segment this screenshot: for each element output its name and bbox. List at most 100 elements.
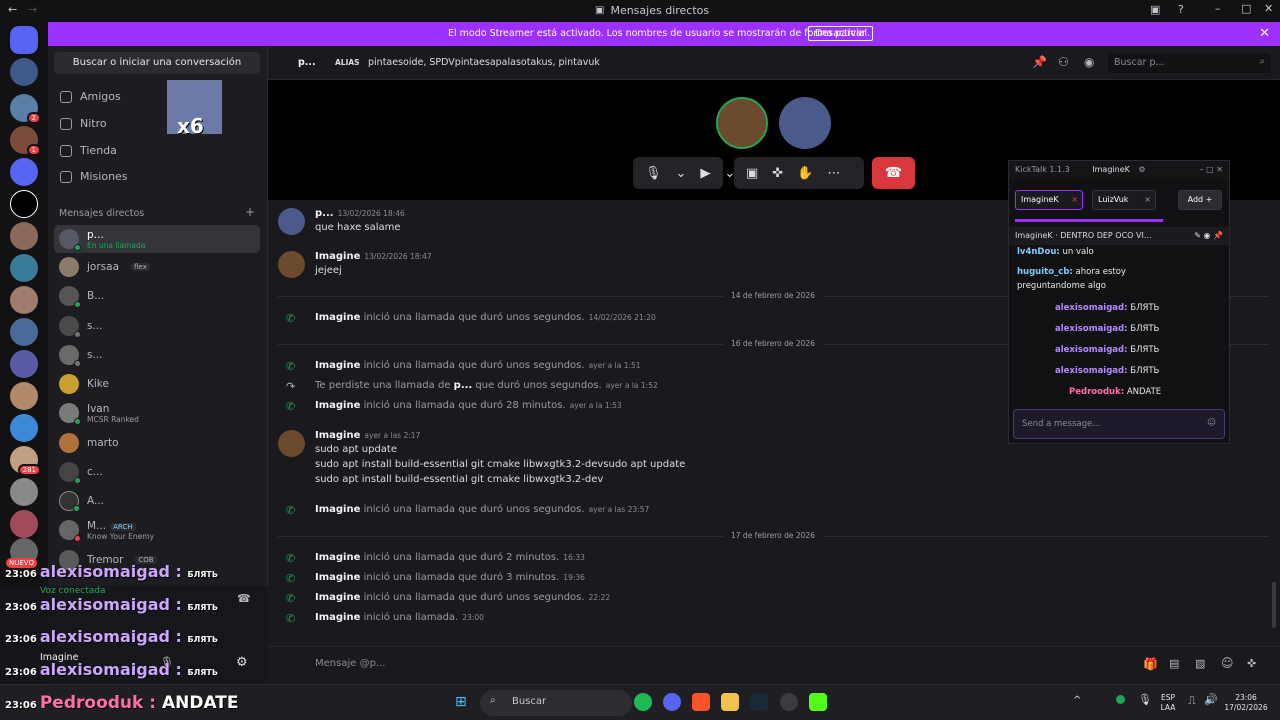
windows-start-icon[interactable]: ⊞ <box>455 694 467 710</box>
message-input[interactable]: Mensaje @p... <box>315 658 385 669</box>
pin-icon[interactable]: 📌 <box>1032 55 1047 69</box>
call-event: Imagine inició una llamada que duró unos… <box>315 592 611 603</box>
server-icon[interactable] <box>10 58 38 86</box>
call-event: Imagine inició una llamada que duró unos… <box>315 312 656 323</box>
window-controls[interactable]: – □ ✕ <box>1200 165 1223 174</box>
pin-icon[interactable]: ✎ ◉ 📌 <box>1194 231 1223 240</box>
server-icon[interactable]: 2 <box>10 94 41 124</box>
steam-icon[interactable] <box>750 693 768 711</box>
search-conversation-button[interactable]: Buscar o iniciar una conversación <box>54 52 260 74</box>
inbox-icon[interactable]: ▣ <box>1150 3 1160 16</box>
nav-shop[interactable]: Tienda <box>60 144 117 157</box>
more-icon[interactable]: ⋯ <box>827 166 840 181</box>
kicktalk-tab[interactable]: ImagineK × <box>1015 190 1083 210</box>
server-icon[interactable] <box>10 254 38 282</box>
call-avatar[interactable] <box>779 97 831 149</box>
maximize-icon[interactable]: □ <box>1241 2 1251 15</box>
scrollbar[interactable] <box>1272 582 1276 628</box>
dm-item[interactable]: s... <box>54 341 260 369</box>
dm-item[interactable]: s... <box>54 312 260 340</box>
kicktalk-message-input[interactable]: Send a message... ☺ <box>1013 409 1225 439</box>
avatar <box>278 251 305 278</box>
gift-icon[interactable]: 🎁 <box>1143 657 1158 671</box>
server-icon[interactable] <box>10 510 38 538</box>
gif-icon[interactable]: ▤ <box>1169 657 1179 670</box>
add-friend-icon[interactable]: ⚇ <box>1058 55 1069 69</box>
deactivate-button[interactable]: Desactivar <box>808 26 873 41</box>
server-icon[interactable] <box>10 222 38 250</box>
screen-share-icon[interactable]: ▣ <box>746 166 758 181</box>
message: Imagine ayer a las 2:17 <box>315 430 421 441</box>
profile-icon[interactable]: ◉ <box>1084 55 1094 69</box>
server-icon[interactable] <box>10 350 38 378</box>
minimize-icon[interactable]: – <box>1215 2 1221 15</box>
taskbar-search[interactable]: ⌕ Buscar <box>480 690 632 716</box>
clock[interactable]: 23:06 17/02/2026 <box>1220 693 1272 713</box>
dm-item[interactable]: p... En una llamada <box>54 225 260 253</box>
call-avatar[interactable] <box>716 97 768 149</box>
server-icon[interactable] <box>10 382 38 410</box>
settings-gear-icon[interactable]: ⚙ <box>236 655 248 670</box>
server-icon[interactable]: 281 <box>10 446 41 476</box>
spotify-icon[interactable] <box>634 693 652 711</box>
hangup-button[interactable]: ☎ <box>872 157 915 189</box>
mic-control[interactable]: 🎙 ⌄ ▶ ⌄ <box>633 157 735 189</box>
dm-item[interactable]: Kike <box>54 370 260 398</box>
tray-chevron-icon[interactable]: ^ <box>1073 695 1081 706</box>
emoji-icon[interactable]: ☺ <box>1221 656 1234 670</box>
chevron-down-icon[interactable]: ⌄ <box>676 166 687 181</box>
add-tab-button[interactable]: Add + <box>1178 190 1222 210</box>
discord-icon[interactable] <box>663 693 681 711</box>
disconnect-icon[interactable]: ☎ <box>237 592 251 605</box>
discord-home-icon[interactable] <box>10 26 38 54</box>
forward-arrow-icon[interactable]: → <box>28 3 37 16</box>
kicktalk-taskbar-icon[interactable] <box>809 693 827 711</box>
server-icon[interactable] <box>10 286 38 314</box>
nav-quests[interactable]: Misiones <box>60 170 128 183</box>
shop-icon <box>60 144 72 157</box>
file-explorer-icon[interactable] <box>721 693 739 711</box>
brave-icon[interactable] <box>692 693 710 711</box>
header-search-input[interactable]: Buscar p... ⌕ <box>1108 53 1271 73</box>
server-icon[interactable] <box>10 158 38 186</box>
settings-gear-icon[interactable]: ⚙ <box>1138 165 1145 174</box>
server-icon[interactable] <box>10 478 38 506</box>
dm-item[interactable]: Ivan MCSR Ranked <box>54 399 260 427</box>
close-tab-icon[interactable]: × <box>1144 195 1151 204</box>
camera-off-icon[interactable]: ▶ <box>700 166 710 181</box>
close-tab-icon[interactable]: × <box>1071 195 1078 204</box>
close-window-icon[interactable]: ✕ <box>1264 2 1273 15</box>
soundboard-icon[interactable]: ✋ <box>797 166 813 181</box>
new-dm-plus-icon[interactable]: + <box>245 205 255 219</box>
dm-item[interactable]: A... <box>54 487 260 515</box>
server-icon[interactable] <box>10 318 38 346</box>
dm-item[interactable]: M... ARCH Know Your Enemy <box>54 516 260 544</box>
language-indicator[interactable]: ESP LAA <box>1156 693 1180 713</box>
dm-item[interactable]: c... <box>54 458 260 486</box>
dm-item[interactable]: B... <box>54 282 260 310</box>
server-icon[interactable] <box>10 414 38 442</box>
chat-line: Pedrooduk: ANDATE <box>1069 387 1162 397</box>
server-icon[interactable]: 1 <box>10 126 41 156</box>
tray-mic-icon[interactable]: 🎙 <box>1138 693 1152 706</box>
help-icon[interactable]: ? <box>1178 3 1184 16</box>
kicktalk-tab[interactable]: LuizVuk × <box>1092 190 1156 210</box>
sticker-icon[interactable]: ▧ <box>1195 657 1205 670</box>
apps-icon[interactable]: ✜ <box>1247 657 1256 670</box>
network-icon[interactable]: ⎍ <box>1188 694 1196 708</box>
close-banner-icon[interactable]: ✕ <box>1259 26 1270 41</box>
activities-icon[interactable]: ✜ <box>772 166 783 181</box>
dm-item[interactable]: jorsaa flex <box>54 253 260 281</box>
volume-icon[interactable]: 🔊 <box>1204 693 1218 706</box>
call-event: Imagine inició una llamada que duró 3 mi… <box>315 572 585 583</box>
back-arrow-icon[interactable]: ← <box>8 3 17 16</box>
nav-nitro[interactable]: Nitro <box>60 117 107 130</box>
emote-icon[interactable]: ☺ <box>1207 418 1216 428</box>
tray-status-icon[interactable] <box>1116 695 1125 704</box>
mic-icon[interactable]: 🎙 <box>645 166 662 181</box>
avatar <box>278 430 305 457</box>
dm-item[interactable]: marto <box>54 429 260 457</box>
server-icon[interactable] <box>10 190 38 218</box>
nav-friends[interactable]: Amigos <box>60 90 121 103</box>
obs-icon[interactable] <box>780 693 798 711</box>
